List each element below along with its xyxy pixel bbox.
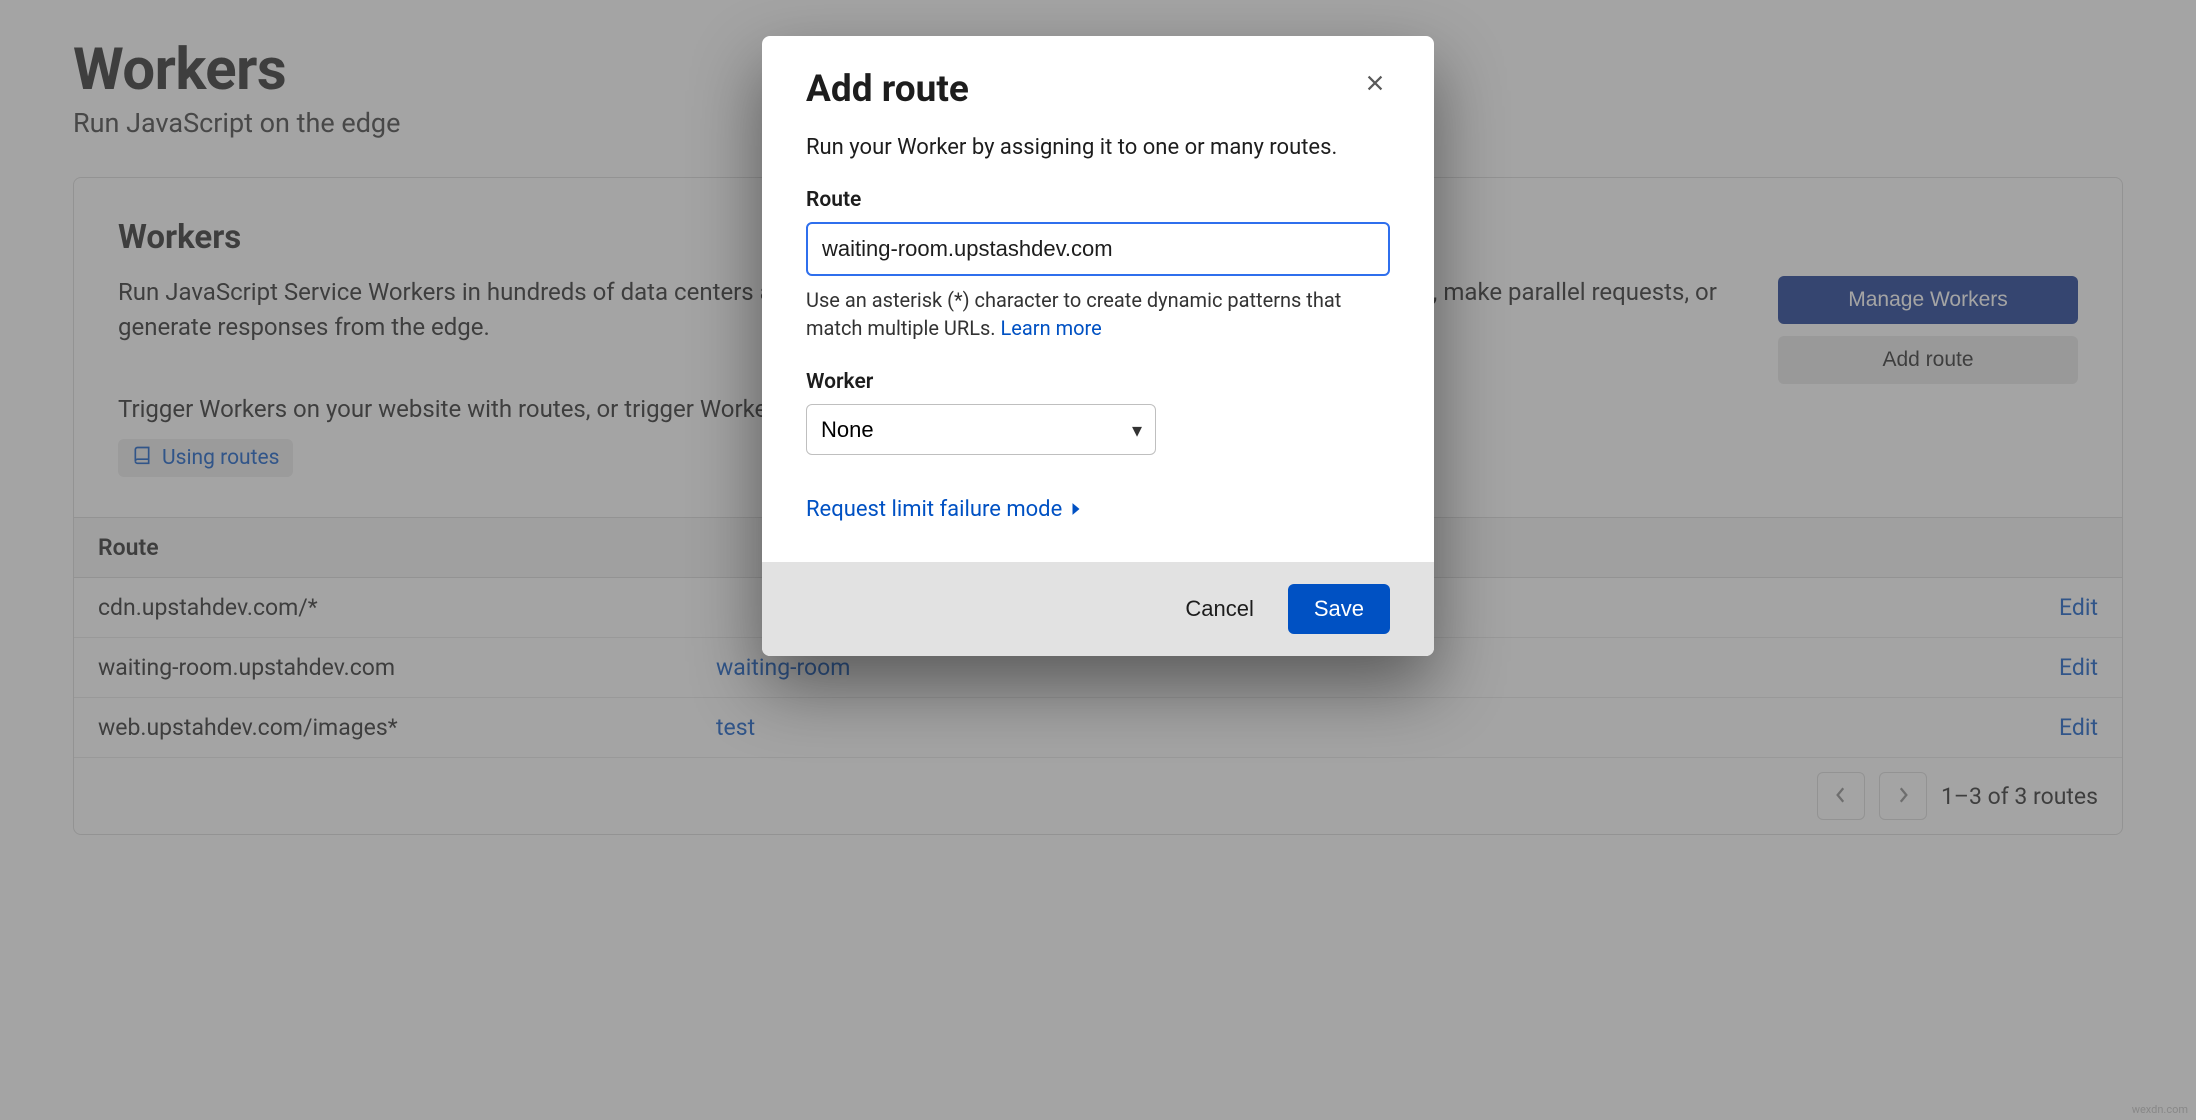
route-input[interactable] (806, 222, 1390, 276)
add-route-modal: Add route Run your Worker by assigning i… (762, 36, 1434, 656)
route-help-text: Use an asterisk (*) character to create … (806, 286, 1390, 342)
cancel-button[interactable]: Cancel (1185, 596, 1253, 622)
close-button[interactable] (1360, 68, 1390, 101)
watermark: wexdn.com (2132, 1103, 2188, 1116)
failure-mode-label: Request limit failure mode (806, 497, 1062, 522)
modal-title: Add route (806, 68, 969, 111)
worker-select[interactable]: None (806, 404, 1156, 455)
modal-description: Run your Worker by assigning it to one o… (806, 135, 1390, 160)
route-label: Route (806, 188, 1390, 212)
failure-mode-toggle[interactable]: Request limit failure mode (806, 497, 1082, 522)
worker-label: Worker (806, 370, 1390, 394)
caret-right-icon (1070, 497, 1082, 522)
close-icon (1364, 82, 1386, 97)
learn-more-link[interactable]: Learn more (1001, 316, 1102, 340)
save-button[interactable]: Save (1288, 584, 1390, 634)
